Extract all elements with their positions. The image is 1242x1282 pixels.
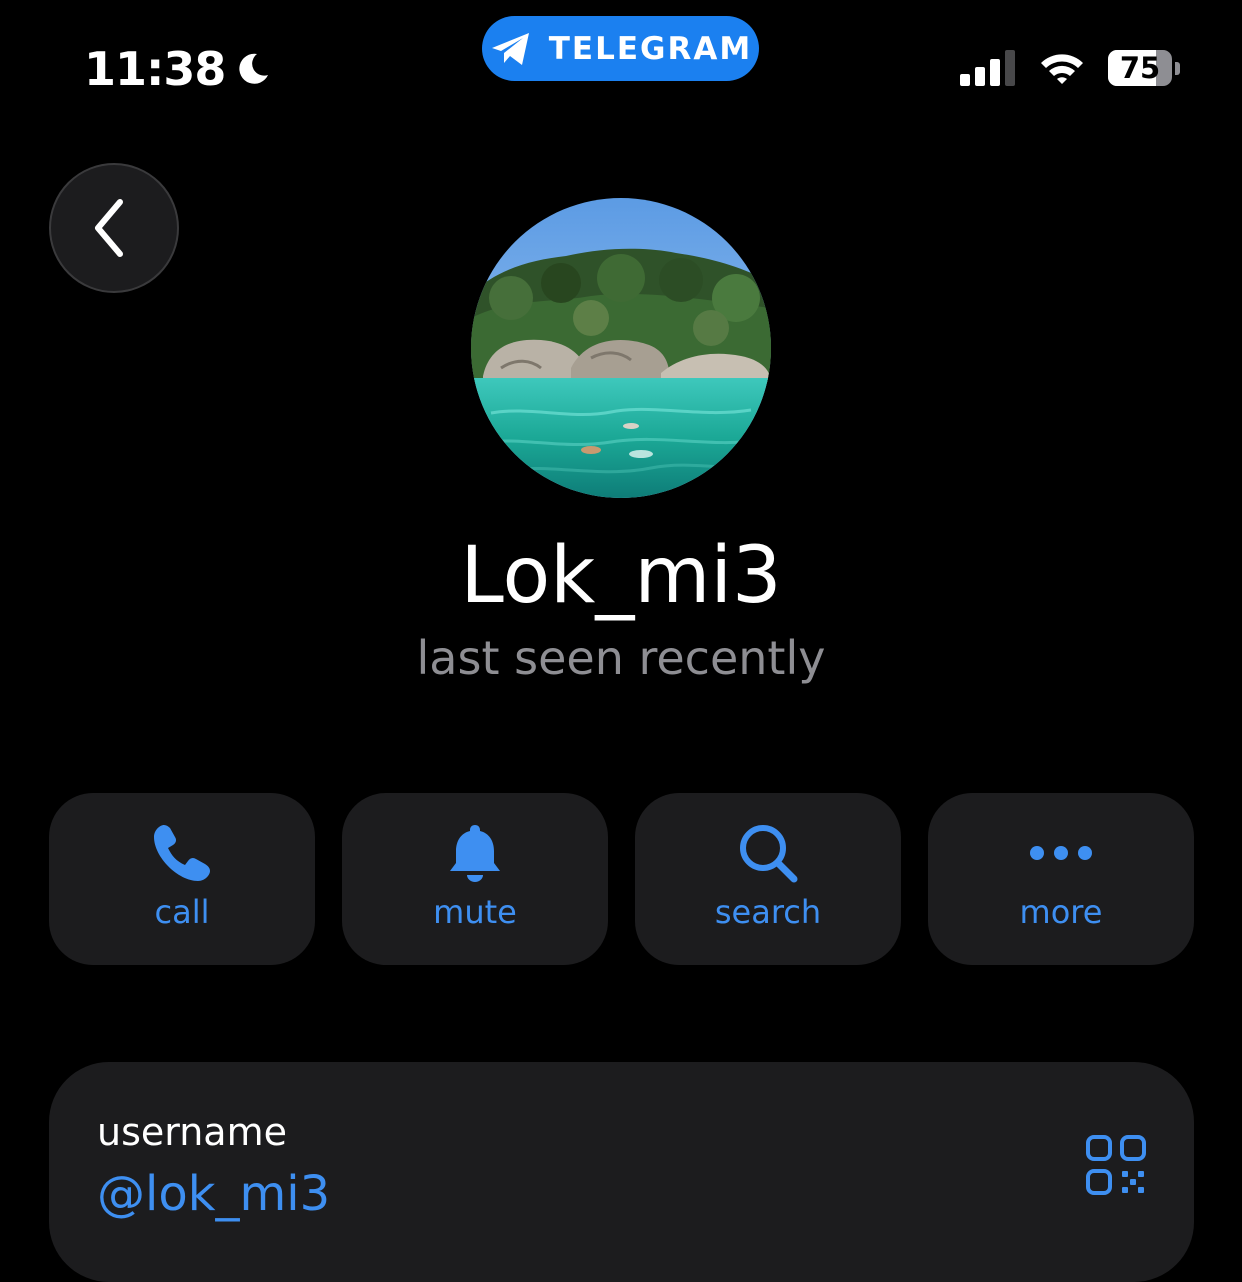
- more-button[interactable]: more: [928, 793, 1194, 965]
- battery-level: 75: [1119, 51, 1161, 85]
- qr-code-button[interactable]: [1085, 1134, 1147, 1196]
- call-label: call: [154, 893, 210, 931]
- moon-icon: [239, 53, 269, 84]
- avatar-photo: [471, 198, 771, 498]
- mute-button[interactable]: mute: [342, 793, 608, 965]
- username-label: username: [97, 1110, 287, 1154]
- more-label: more: [1019, 893, 1103, 931]
- ellipsis-icon: [1030, 846, 1092, 860]
- phone-icon: [154, 825, 210, 881]
- signal-strength-icon: [960, 50, 1015, 86]
- action-buttons: call mute search more: [49, 793, 1194, 965]
- battery-nub: [1175, 61, 1180, 75]
- status-indicators: 75: [960, 44, 1180, 92]
- profile-name: Lok_mi3: [460, 531, 782, 621]
- call-button[interactable]: call: [49, 793, 315, 965]
- status-bar-time: 11:38: [84, 40, 271, 98]
- battery-indicator: 75: [1108, 49, 1180, 87]
- profile-avatar[interactable]: [471, 198, 771, 498]
- telegram-app-pill[interactable]: TELEGRAM: [482, 16, 759, 81]
- paper-plane-icon: [491, 32, 529, 65]
- magnifier-icon: [740, 825, 798, 883]
- search-button[interactable]: search: [635, 793, 901, 965]
- search-label: search: [714, 893, 822, 931]
- qr-code-icon: [1086, 1135, 1146, 1195]
- profile-status: last seen recently: [416, 631, 826, 685]
- app-pill-label: TELEGRAM: [548, 30, 753, 67]
- mute-label: mute: [433, 893, 517, 931]
- clock-time: 11:38: [84, 42, 226, 96]
- back-button[interactable]: [49, 163, 179, 293]
- bell-icon: [450, 825, 500, 882]
- info-card: username @lok_mi3: [49, 1062, 1194, 1282]
- wifi-icon: [1041, 54, 1083, 84]
- chevron-left-icon: [95, 199, 123, 257]
- username-value[interactable]: @lok_mi3: [97, 1166, 330, 1222]
